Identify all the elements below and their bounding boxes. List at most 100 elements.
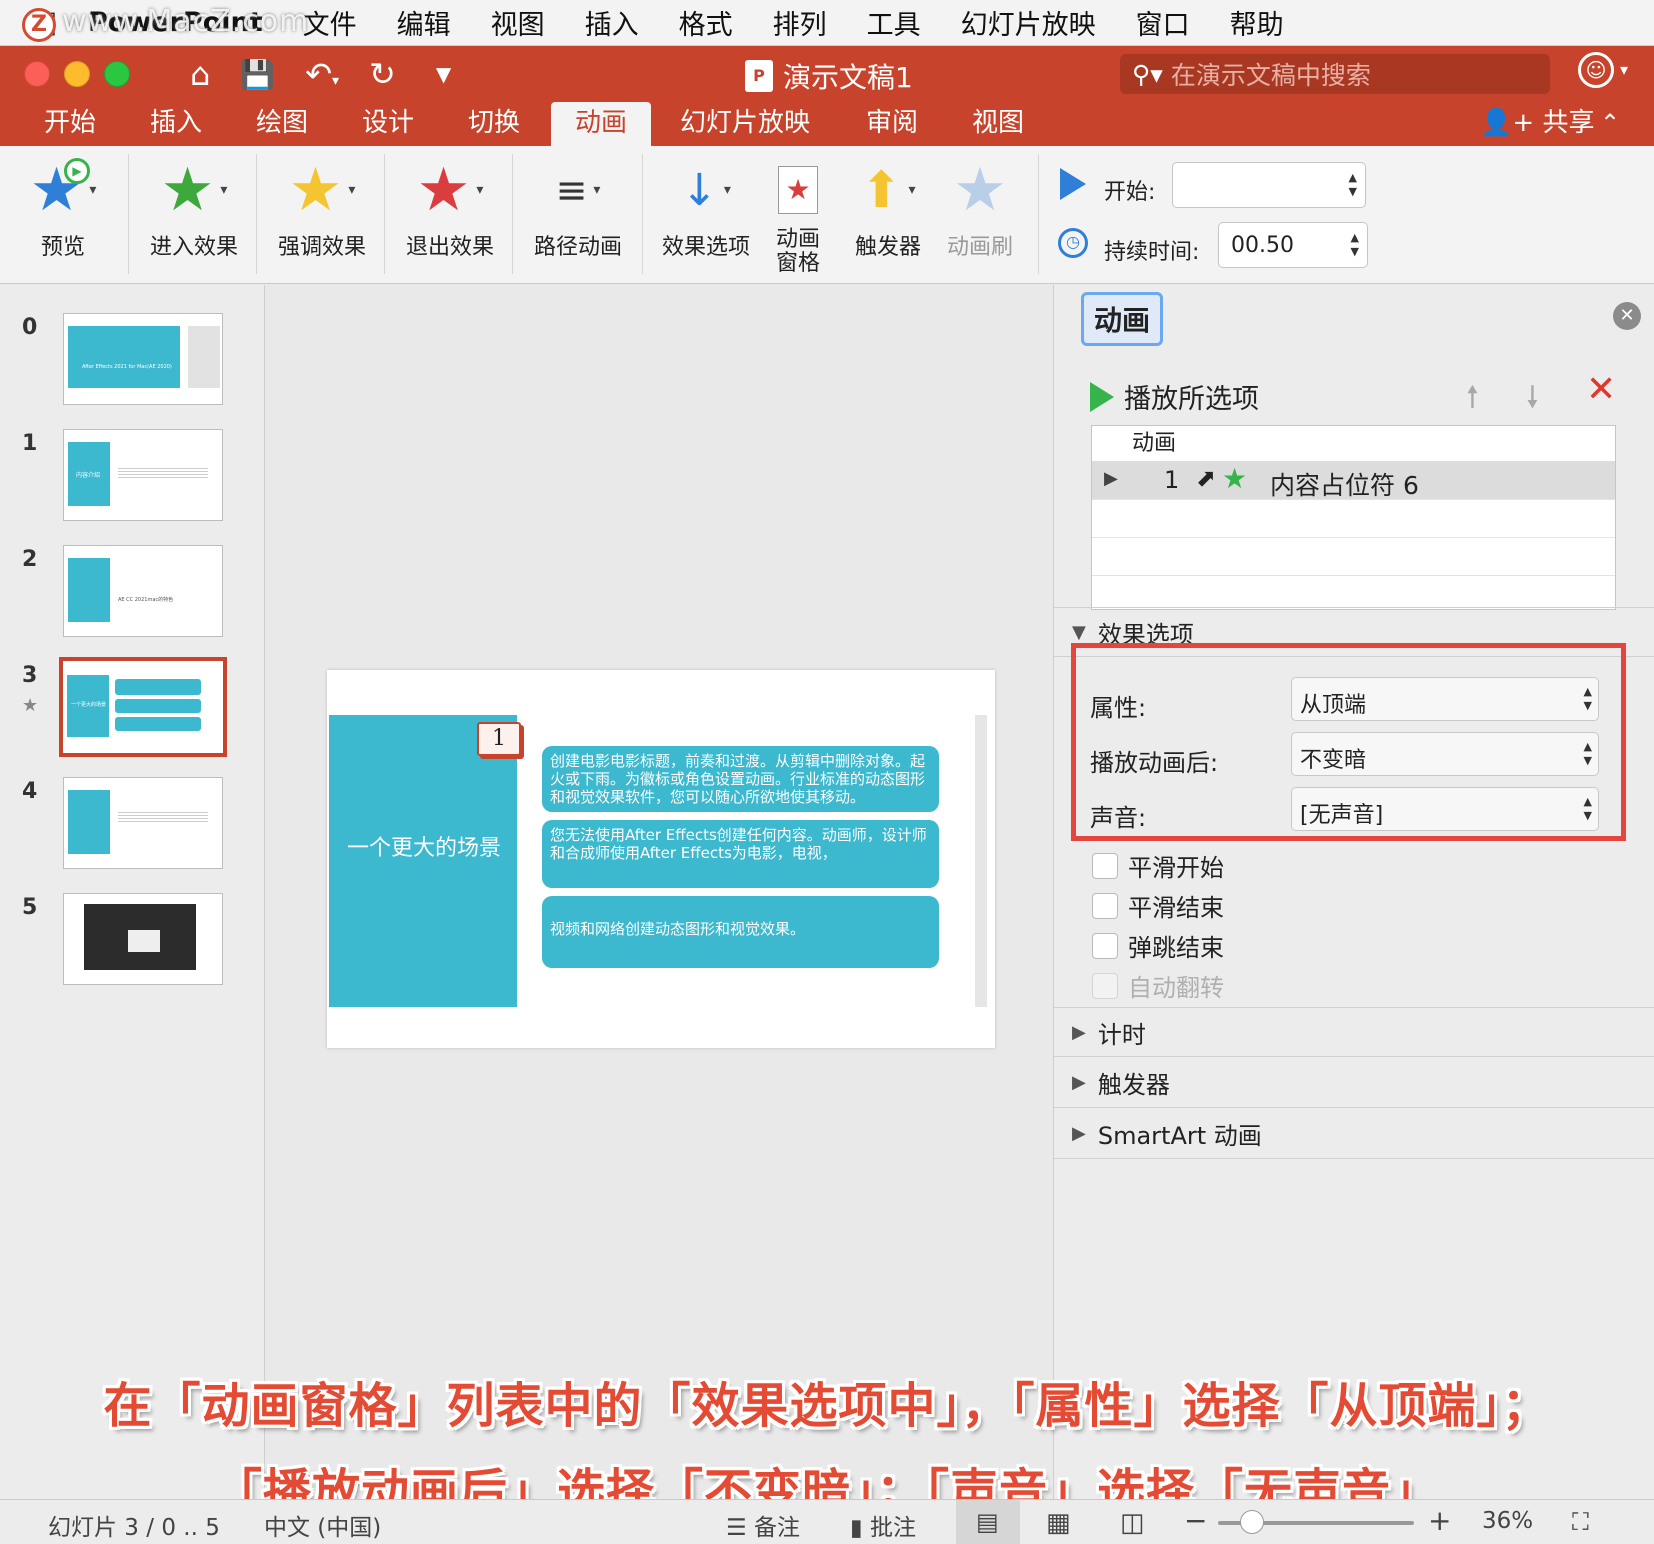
zoom-level[interactable]: 36% <box>1482 1508 1533 1534</box>
chevron-down-icon[interactable]: ▾ <box>724 182 731 198</box>
duration-stepper[interactable]: 00.50 ▲ ▼ <box>1218 222 1368 268</box>
emphasis-effect-button[interactable]: ★ ▾ 强调效果 <box>274 158 370 260</box>
slide-title[interactable]: 一个更大的场景 <box>347 835 507 863</box>
zoom-window-button[interactable] <box>104 61 130 87</box>
bounce-end-checkbox[interactable]: 弹跳结束 <box>1092 928 1224 963</box>
slide-thumbnail-5[interactable] <box>63 893 223 985</box>
slide-scrollbar[interactable] <box>975 715 987 1007</box>
slide-content-box-1[interactable]: 创建电影电影标题，前奏和过渡。从剪辑中删除对象。起火或下雨。为徽标或角色设置动画… <box>542 746 939 812</box>
tab-slideshow[interactable]: 幻灯片放映 <box>680 102 810 146</box>
close-window-button[interactable] <box>24 61 50 87</box>
animation-painter-button[interactable]: ★ 动画刷 <box>944 158 1016 260</box>
exit-effect-button[interactable]: ★ ▾ 退出效果 <box>402 158 498 260</box>
menu-insert[interactable]: 插入 <box>585 3 639 42</box>
chevron-down-icon[interactable]: ▾ <box>593 182 600 198</box>
zoom-out-icon[interactable]: − <box>1184 1504 1207 1537</box>
move-up-icon[interactable]: 🠕 <box>1466 375 1479 426</box>
tab-home[interactable]: 开始 <box>44 102 96 146</box>
move-down-icon[interactable]: 🠗 <box>1526 375 1539 426</box>
checkbox-box[interactable] <box>1092 892 1118 919</box>
thumb-number: 0 <box>22 315 38 340</box>
menu-view[interactable]: 视图 <box>491 3 545 42</box>
slide-thumbnail-0[interactable]: After Effects 2021 for Mac(AE 2020) <box>63 313 223 405</box>
instruction-caption-line-1: 在「动画窗格」列表中的「效果选项中」，「属性」选择「从顶端」； <box>103 1378 1551 1434</box>
customize-toolbar-icon[interactable]: ▼ <box>436 62 451 86</box>
document-title: P 演示文稿1 <box>745 56 913 96</box>
slide-thumbnail-4[interactable] <box>63 777 223 869</box>
tab-view[interactable]: 视图 <box>972 102 1024 146</box>
smooth-start-checkbox[interactable]: 平滑开始 <box>1092 848 1224 883</box>
comments-button[interactable]: ▮ 批注 <box>850 1508 916 1542</box>
save-icon[interactable]: 💾 <box>240 58 275 91</box>
animation-pane: 动画 ✕ 播放所选项 🠕 🠗 ✕ 动画 ▶ 1 ⬈ ★ 内容占位符 6 ▼ 效果… <box>1053 285 1654 1499</box>
tab-insert[interactable]: 插入 <box>150 102 202 146</box>
reading-view-icon[interactable]: ◫ <box>1120 1508 1145 1538</box>
entrance-effect-button[interactable]: ★ ▾ 进入效果 <box>146 158 242 260</box>
play-selected-button[interactable]: 播放所选项 <box>1090 377 1259 416</box>
share-button[interactable]: 👤+ 共享 <box>1480 102 1594 144</box>
undo-icon[interactable]: ↶▾ <box>305 55 339 93</box>
chevron-down-icon[interactable]: ▾ <box>89 182 96 198</box>
remove-animation-icon[interactable]: ✕ <box>1586 369 1616 410</box>
chevron-down-icon[interactable]: ▾ <box>1620 60 1628 79</box>
menu-arrange[interactable]: 排列 <box>773 3 827 42</box>
smooth-start-label: 平滑开始 <box>1128 854 1224 882</box>
feedback-smiley-icon[interactable]: ☺ <box>1578 52 1614 88</box>
start-select[interactable]: ▲ ▼ <box>1172 162 1366 208</box>
menu-tools[interactable]: 工具 <box>867 3 921 42</box>
animation-pane-label-1: 动画 <box>775 227 820 252</box>
tab-draw[interactable]: 绘图 <box>256 102 308 146</box>
auto-reverse-checkbox: 自动翻转 <box>1092 968 1224 1003</box>
home-icon[interactable]: ⌂ <box>190 55 210 93</box>
trigger-button[interactable]: ⬆ ▾ 触发器 <box>852 158 924 260</box>
slide-thumbnail-2[interactable]: AE CC 2021mac的特色 <box>63 545 223 637</box>
tab-animations[interactable]: 动画 <box>551 102 652 146</box>
slide-sorter-view-icon[interactable]: ▦ <box>1046 1508 1071 1538</box>
close-icon[interactable]: ✕ <box>1613 302 1641 330</box>
minimize-window-button[interactable] <box>64 61 90 87</box>
slide-thumbnail-1[interactable]: 内容介绍 <box>63 429 223 521</box>
animation-order-tag[interactable]: 1 <box>477 722 521 756</box>
language-indicator[interactable]: 中文 (中国) <box>264 1508 381 1542</box>
menu-edit[interactable]: 编辑 <box>397 3 451 42</box>
slide-thumbnail-3-selected[interactable]: 一个更大的场景 <box>59 657 227 757</box>
chevron-down-icon[interactable]: ▾ <box>908 182 915 198</box>
timing-section-header[interactable]: ▶ 计时 <box>1054 1007 1654 1057</box>
chevron-down-icon[interactable]: ▾ <box>348 182 355 198</box>
tab-design[interactable]: 设计 <box>362 102 414 146</box>
checkbox-box <box>1092 972 1118 999</box>
current-slide[interactable]: 一个更大的场景 1 创建电影电影标题，前奏和过渡。从剪辑中删除对象。起火或下雨。… <box>327 670 995 1048</box>
checkbox-box[interactable] <box>1092 852 1118 879</box>
notes-button[interactable]: ☰ 备注 <box>726 1508 800 1542</box>
chevron-down-icon[interactable]: ▾ <box>476 182 483 198</box>
effect-options-button[interactable]: ↓ ▾ 效果选项 <box>658 158 754 260</box>
menu-help[interactable]: 帮助 <box>1230 3 1284 42</box>
tab-review[interactable]: 审阅 <box>866 102 918 146</box>
checkbox-box[interactable] <box>1092 932 1118 959</box>
normal-view-button[interactable]: ▤ <box>956 1500 1020 1544</box>
smooth-end-checkbox[interactable]: 平滑结束 <box>1092 888 1224 923</box>
zoom-in-icon[interactable]: + <box>1428 1504 1451 1537</box>
collapse-ribbon-icon[interactable]: ⌃ <box>1600 102 1620 144</box>
fit-to-window-icon[interactable]: ⛶ <box>1572 1508 1589 1536</box>
slide-content-box-2[interactable]: 您无法使用After Effects创建任何内容。动画师，设计师和合成师使用Af… <box>542 820 939 888</box>
smartart-section-header[interactable]: ▶ SmartArt 动画 <box>1054 1109 1654 1159</box>
menu-format[interactable]: 格式 <box>679 3 733 42</box>
redo-icon[interactable]: ↻ <box>369 55 396 93</box>
slide-content-box-3[interactable]: 视频和网络创建动态图形和视觉效果。 <box>542 896 939 968</box>
animation-pane-button[interactable]: ★ 动画 窗格 <box>770 158 826 276</box>
document-title-text: 演示文稿1 <box>783 61 913 94</box>
trigger-section-header[interactable]: ▶ 触发器 <box>1054 1058 1654 1108</box>
chevron-down-icon[interactable]: ▾ <box>220 182 227 198</box>
zoom-slider-knob[interactable] <box>1240 1510 1264 1534</box>
preview-button[interactable]: ★ ▶ ▾ 预览 <box>18 158 108 260</box>
animation-list-row[interactable]: ▶ 1 ⬈ ★ 内容占位符 6 <box>1092 462 1615 500</box>
motion-path-button[interactable]: ≡ ▾ 路径动画 <box>530 158 626 260</box>
search-input[interactable]: ⚲▾ 在演示文稿中搜索 <box>1120 54 1550 94</box>
menu-file[interactable]: 文件 <box>303 3 357 42</box>
expand-arrow-icon[interactable]: ▶ <box>1104 468 1118 489</box>
menu-window[interactable]: 窗口 <box>1136 3 1190 42</box>
window-titlebar: ⌂ 💾 ↶▾ ↻ ▼ P 演示文稿1 ⚲▾ 在演示文稿中搜索 ☺ ▾ <box>0 46 1654 102</box>
menu-slideshow[interactable]: 幻灯片放映 <box>961 3 1096 42</box>
tab-transitions[interactable]: 切换 <box>468 102 520 146</box>
